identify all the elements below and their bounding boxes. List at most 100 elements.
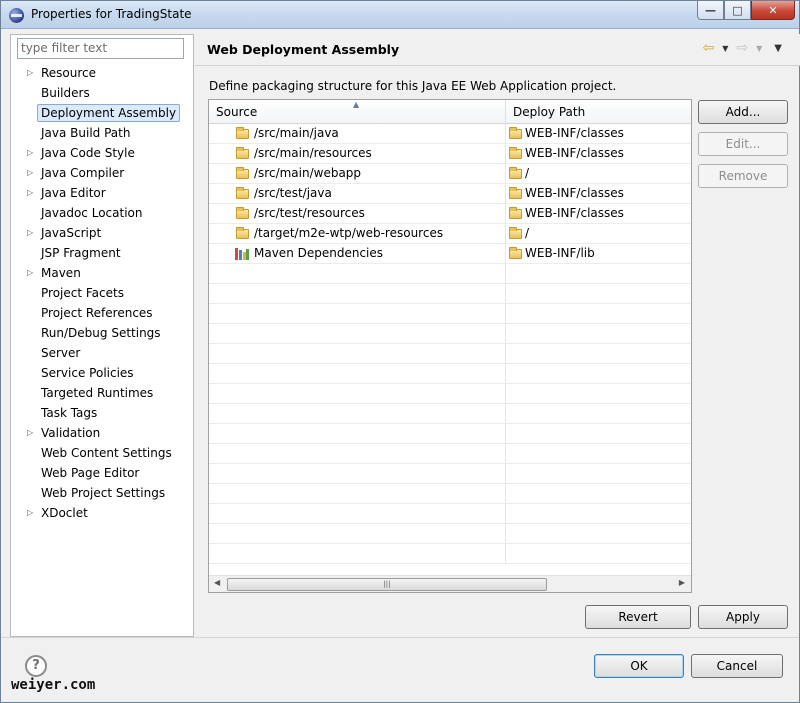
maximize-button[interactable]: □ [724,1,751,20]
source-label: /src/main/webapp [254,166,362,180]
tree-item[interactable]: Web Page Editor [11,463,193,483]
tree-item-label: Task Tags [41,406,98,420]
folder-icon [509,187,522,199]
tree-item-label: Targeted Runtimes [41,386,154,400]
empty-table-row [209,544,691,564]
back-menu-chevron-icon[interactable]: ▼ [722,44,728,53]
tree-item[interactable]: Java Build Path [11,123,193,143]
tree-item[interactable]: Server [11,343,193,363]
tree-item-label: Web Project Settings [41,486,166,500]
expand-arrow-icon[interactable]: ▷ [27,143,37,163]
page-header: Web Deployment Assembly ⇦ ▼ ⇨ ▼ ▼ [195,34,800,66]
add-button[interactable]: Add... [698,100,788,124]
table-row[interactable]: /src/test/resources WEB-INF/classes [209,204,691,224]
edit-button[interactable]: Edit... [698,132,788,156]
remove-button[interactable]: Remove [698,164,788,188]
scroll-left-arrow-icon[interactable]: ◀ [214,578,220,587]
deploy-path-cell: WEB-INF/classes [506,184,691,204]
deploy-path-cell [506,404,691,424]
tree-item[interactable]: Project References [11,303,193,323]
table-row[interactable]: /src/test/java WEB-INF/classes [209,184,691,204]
filter-input[interactable]: type filter text [17,38,184,59]
column-header-source[interactable]: ▲ Source [209,100,506,124]
empty-table-row [209,464,691,484]
deploy-path-label: WEB-INF/classes [525,146,624,160]
tree-item[interactable]: Web Project Settings [11,483,193,503]
expand-arrow-icon[interactable]: ▷ [27,163,37,183]
folder-icon [509,167,522,179]
deploy-path-cell [506,364,691,384]
tree-item[interactable]: Service Policies [11,363,193,383]
expand-arrow-icon[interactable]: ▷ [27,63,37,83]
deploy-path-label: WEB-INF/lib [525,246,595,260]
tree-item[interactable]: Builders [11,83,193,103]
column-header-deploy-path[interactable]: Deploy Path [506,100,691,124]
footer-divider [1,637,799,638]
tree-item[interactable]: ▷ Java Code Style [11,143,193,163]
expand-arrow-icon[interactable]: ▷ [27,263,37,283]
forward-menu-chevron-icon[interactable]: ▼ [756,44,762,53]
table-row[interactable]: Maven Dependencies WEB-INF/lib [209,244,691,264]
expand-arrow-icon[interactable]: ▷ [27,183,37,203]
back-arrow-icon[interactable]: ⇦ [703,40,715,56]
deploy-path-cell: WEB-INF/classes [506,124,691,144]
ok-button[interactable]: OK [594,654,684,678]
close-button[interactable]: ✕ [751,1,795,20]
title-bar[interactable]: Properties for TradingState — □ ✕ [1,1,799,29]
tree-item[interactable]: Targeted Runtimes [11,383,193,403]
tree-item-label: JSP Fragment [41,246,121,260]
properties-dialog: Properties for TradingState — □ ✕ type f… [0,0,800,703]
deploy-path-label: / [525,166,530,180]
apply-button[interactable]: Apply [698,605,788,629]
tree-item[interactable]: Javadoc Location [11,203,193,223]
minimize-button[interactable]: — [697,1,724,20]
forward-arrow-icon[interactable]: ⇨ [736,40,748,56]
folder-icon [236,187,249,199]
tree-item[interactable]: Web Content Settings [11,443,193,463]
cancel-button[interactable]: Cancel [691,654,783,678]
tree-item[interactable]: ▷ JavaScript [11,223,193,243]
deploy-path-cell [506,504,691,524]
tree-item-label: Builders [41,86,90,100]
tree-item[interactable]: ▷ Maven [11,263,193,283]
expand-arrow-icon[interactable]: ▷ [27,503,37,523]
tree-item[interactable]: ▷ XDoclet [11,503,193,523]
tree-item[interactable]: Project Facets [11,283,193,303]
revert-button[interactable]: Revert [585,605,691,629]
source-cell [209,504,506,524]
deploy-path-cell [506,284,691,304]
empty-table-row [209,424,691,444]
table-row[interactable]: /src/main/resources WEB-INF/classes [209,144,691,164]
empty-table-row [209,504,691,524]
expand-arrow-icon[interactable]: ▷ [27,423,37,443]
tree-item[interactable]: ▷ Resource [11,63,193,83]
folder-icon [509,227,522,239]
deploy-path-cell [506,464,691,484]
tree-item[interactable]: Deployment Assembly [11,103,193,123]
source-label: /src/test/java [254,186,332,200]
table-row[interactable]: /target/m2e-wtp/web-resources / [209,224,691,244]
tree-item[interactable]: ▷ Validation [11,423,193,443]
tree-item[interactable]: ▷ Java Compiler [11,163,193,183]
table-header: ▲ Source Deploy Path [209,100,691,124]
tree-item-label: Service Policies [41,366,134,380]
expand-arrow-icon[interactable]: ▷ [27,223,37,243]
tree-item[interactable]: Task Tags [11,403,193,423]
source-cell: Maven Dependencies [209,244,506,264]
table-row[interactable]: /src/main/java WEB-INF/classes [209,124,691,144]
deploy-path-cell [506,444,691,464]
property-tree: ▷ Resource Builders Deployment Assembly Java… [11,63,193,523]
help-icon[interactable]: ? [25,655,47,677]
tree-item[interactable]: JSP Fragment [11,243,193,263]
tree-item[interactable]: Run/Debug Settings [11,323,193,343]
scroll-right-arrow-icon[interactable]: ▶ [679,578,685,587]
horizontal-scrollbar[interactable]: ◀ ||| ▶ [209,575,691,592]
table-row[interactable]: /src/main/webapp / [209,164,691,184]
scrollbar-thumb[interactable]: ||| [227,578,547,591]
source-cell [209,464,506,484]
tree-item[interactable]: ▷ Java Editor [11,183,193,203]
folder-icon [509,247,522,259]
window-title: Properties for TradingState [31,7,192,21]
empty-table-row [209,364,691,384]
view-menu-chevron-icon[interactable]: ▼ [774,43,782,54]
